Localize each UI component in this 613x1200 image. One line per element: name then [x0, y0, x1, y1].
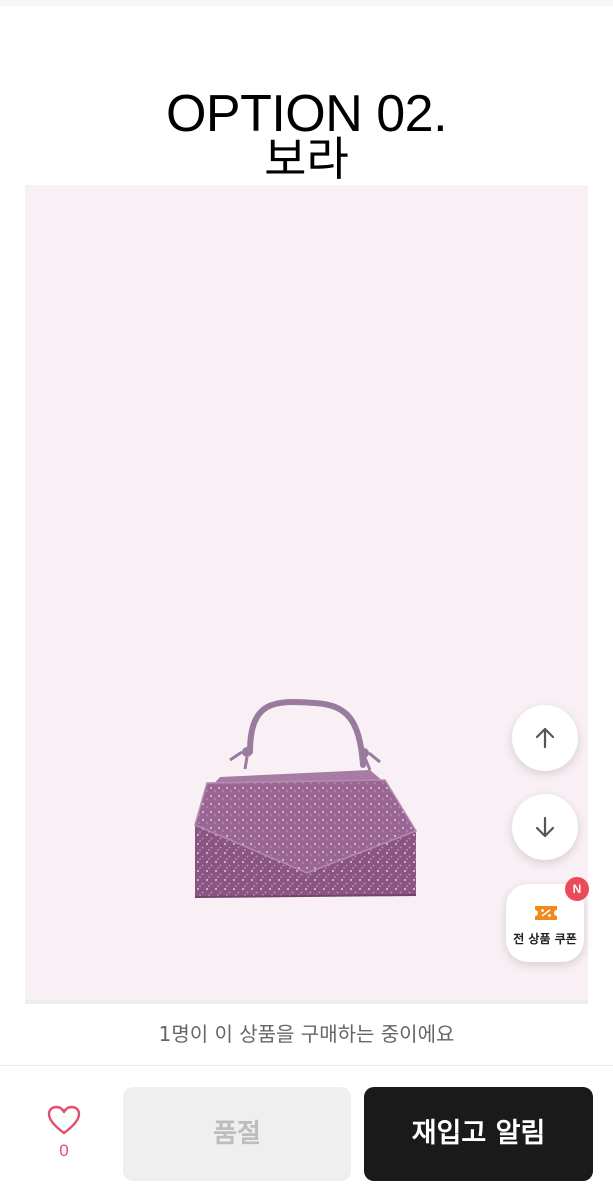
like-button[interactable]: 0 [30, 1095, 98, 1175]
arrow-down-icon [535, 816, 555, 838]
image-divider [25, 1000, 588, 1004]
heart-outline-icon [47, 1105, 81, 1135]
like-count: 0 [59, 1141, 69, 1160]
option-color-name: 보라 [264, 132, 349, 186]
product-image [25, 185, 588, 1000]
coupon-label: 전 상품 쿠폰 [513, 932, 577, 946]
arrow-up-icon [535, 727, 555, 749]
new-badge: N [565, 877, 589, 901]
scroll-down-button[interactable] [512, 794, 578, 860]
top-divider [0, 0, 613, 6]
coupon-ticket-icon [535, 906, 557, 920]
purple-handbag-image [194, 698, 418, 898]
restock-alert-button[interactable]: 재입고 알림 [364, 1087, 593, 1181]
scroll-up-button[interactable] [512, 705, 578, 771]
buying-now-notice: 1명이 이 상품을 구매하는 중이에요 [158, 1022, 455, 1046]
product-detail-page: OPTION 02. 보라 전 상품 쿠폰 N 1명이 이 상품을 구매하는 중… [0, 0, 613, 1200]
soldout-button: 품절 [123, 1087, 351, 1181]
